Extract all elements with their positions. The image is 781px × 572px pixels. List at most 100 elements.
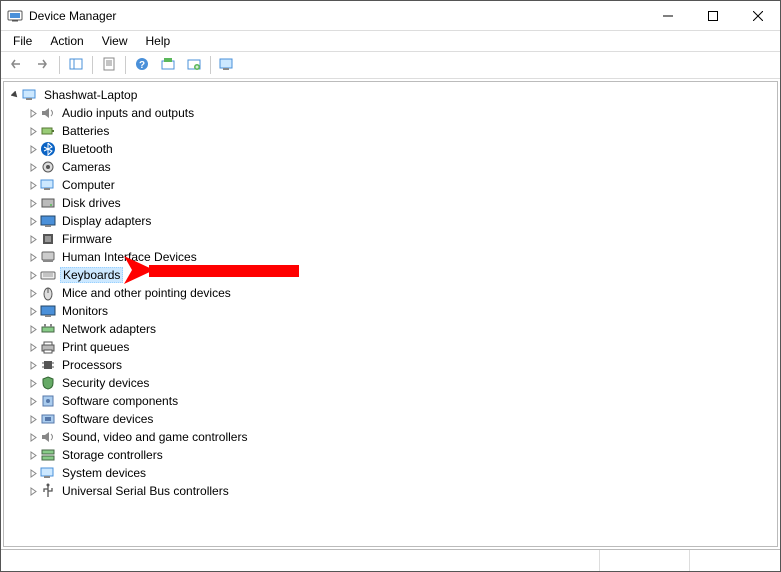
scan-hardware-icon	[219, 57, 235, 74]
expander-icon[interactable]	[26, 325, 40, 334]
toolbar-separator	[59, 56, 60, 74]
security-icon	[40, 375, 56, 391]
menu-action[interactable]: Action	[42, 32, 91, 50]
tree-node[interactable]: Sound, video and game controllers	[4, 428, 777, 446]
expander-icon[interactable]	[26, 181, 40, 190]
expander-icon[interactable]	[26, 307, 40, 316]
tree-node[interactable]: Keyboards	[4, 266, 777, 284]
tree-node-label: Display adapters	[60, 214, 153, 228]
tree-node-label: Network adapters	[60, 322, 158, 336]
back-icon	[10, 58, 24, 73]
software-icon	[40, 393, 56, 409]
back-button[interactable]	[5, 54, 29, 76]
tree-node-label: Human Interface Devices	[60, 250, 199, 264]
cpu-icon	[40, 357, 56, 373]
expander-icon[interactable]	[26, 361, 40, 370]
help-icon: ?	[135, 57, 149, 74]
expander-icon[interactable]	[26, 415, 40, 424]
tree-node[interactable]: Human Interface Devices	[4, 248, 777, 266]
expander-icon[interactable]	[26, 199, 40, 208]
expander-icon[interactable]	[26, 253, 40, 262]
tree-node[interactable]: Bluetooth	[4, 140, 777, 158]
show-hide-tree-button[interactable]	[64, 54, 88, 76]
menu-file[interactable]: File	[5, 32, 40, 50]
firmware-icon	[40, 231, 56, 247]
expander-icon[interactable]	[26, 217, 40, 226]
tree-root[interactable]: Shashwat-Laptop	[4, 86, 777, 104]
expander-icon[interactable]	[26, 379, 40, 388]
scan-hardware-button[interactable]	[215, 54, 239, 76]
tree-node[interactable]: Disk drives	[4, 194, 777, 212]
keyboard-icon	[40, 267, 56, 283]
expander-icon[interactable]	[26, 451, 40, 460]
app-icon	[7, 8, 23, 24]
tree-node-label: Firmware	[60, 232, 114, 246]
update-driver-button[interactable]	[156, 54, 180, 76]
update-icon	[161, 57, 175, 74]
properties-button[interactable]	[97, 54, 121, 76]
tree-node[interactable]: Print queues	[4, 338, 777, 356]
expander-icon[interactable]	[26, 127, 40, 136]
tree-node-label: Bluetooth	[60, 142, 115, 156]
expander-icon[interactable]	[26, 289, 40, 298]
tree-node[interactable]: Universal Serial Bus controllers	[4, 482, 777, 500]
help-button[interactable]: ?	[130, 54, 154, 76]
forward-button[interactable]	[31, 54, 55, 76]
maximize-button[interactable]	[690, 1, 735, 30]
close-button[interactable]	[735, 1, 780, 30]
device-tree[interactable]: Shashwat-Laptop Audio inputs and outputs B…	[4, 82, 777, 504]
tree-node[interactable]: Software devices	[4, 410, 777, 428]
tree-node-label: Monitors	[60, 304, 110, 318]
audio-icon	[40, 105, 56, 121]
tree-node[interactable]: Monitors	[4, 302, 777, 320]
titlebar[interactable]: Device Manager	[1, 1, 780, 31]
tree-node[interactable]: Processors	[4, 356, 777, 374]
tree-node-label: Keyboards	[60, 267, 123, 283]
tree-node[interactable]: Cameras	[4, 158, 777, 176]
tree-node[interactable]: Storage controllers	[4, 446, 777, 464]
expander-icon[interactable]	[26, 145, 40, 154]
tree-node[interactable]: Audio inputs and outputs	[4, 104, 777, 122]
expander-icon[interactable]	[26, 397, 40, 406]
svg-text:?: ?	[139, 60, 145, 71]
display-icon	[40, 213, 56, 229]
hid-icon	[40, 249, 56, 265]
tree-node[interactable]: Batteries	[4, 122, 777, 140]
tree-node[interactable]: Security devices	[4, 374, 777, 392]
tree-node[interactable]: Software components	[4, 392, 777, 410]
tree-node[interactable]: Display adapters	[4, 212, 777, 230]
expander-icon[interactable]	[26, 433, 40, 442]
menu-help[interactable]: Help	[138, 32, 179, 50]
expander-icon[interactable]	[26, 109, 40, 118]
expander-icon[interactable]	[26, 469, 40, 478]
tree-node[interactable]: Firmware	[4, 230, 777, 248]
tree-node[interactable]: Network adapters	[4, 320, 777, 338]
uninstall-button[interactable]	[182, 54, 206, 76]
minimize-button[interactable]	[645, 1, 690, 30]
expander-icon[interactable]	[26, 271, 40, 280]
tree-node[interactable]: Computer	[4, 176, 777, 194]
expander-icon[interactable]	[26, 343, 40, 352]
tree-node-label: Security devices	[60, 376, 151, 390]
statusbar	[1, 549, 780, 571]
expander-icon[interactable]	[26, 163, 40, 172]
menu-view[interactable]: View	[94, 32, 136, 50]
expander-icon[interactable]	[26, 235, 40, 244]
tree-node-label: Audio inputs and outputs	[60, 106, 196, 120]
tree-node-label: Cameras	[60, 160, 113, 174]
window-title: Device Manager	[29, 9, 645, 23]
usb-icon	[40, 483, 56, 499]
tree-node-label: Processors	[60, 358, 124, 372]
printer-icon	[40, 339, 56, 355]
software-device-icon	[40, 411, 56, 427]
network-icon	[40, 321, 56, 337]
tree-node-label: System devices	[60, 466, 148, 480]
system-icon	[40, 465, 56, 481]
expander-icon[interactable]	[8, 91, 22, 100]
tree-node[interactable]: Mice and other pointing devices	[4, 284, 777, 302]
expander-icon[interactable]	[26, 487, 40, 496]
window-frame: Device Manager File Action View Help ?	[0, 0, 781, 572]
tree-node[interactable]: System devices	[4, 464, 777, 482]
toolbar-separator	[92, 56, 93, 74]
battery-icon	[40, 123, 56, 139]
